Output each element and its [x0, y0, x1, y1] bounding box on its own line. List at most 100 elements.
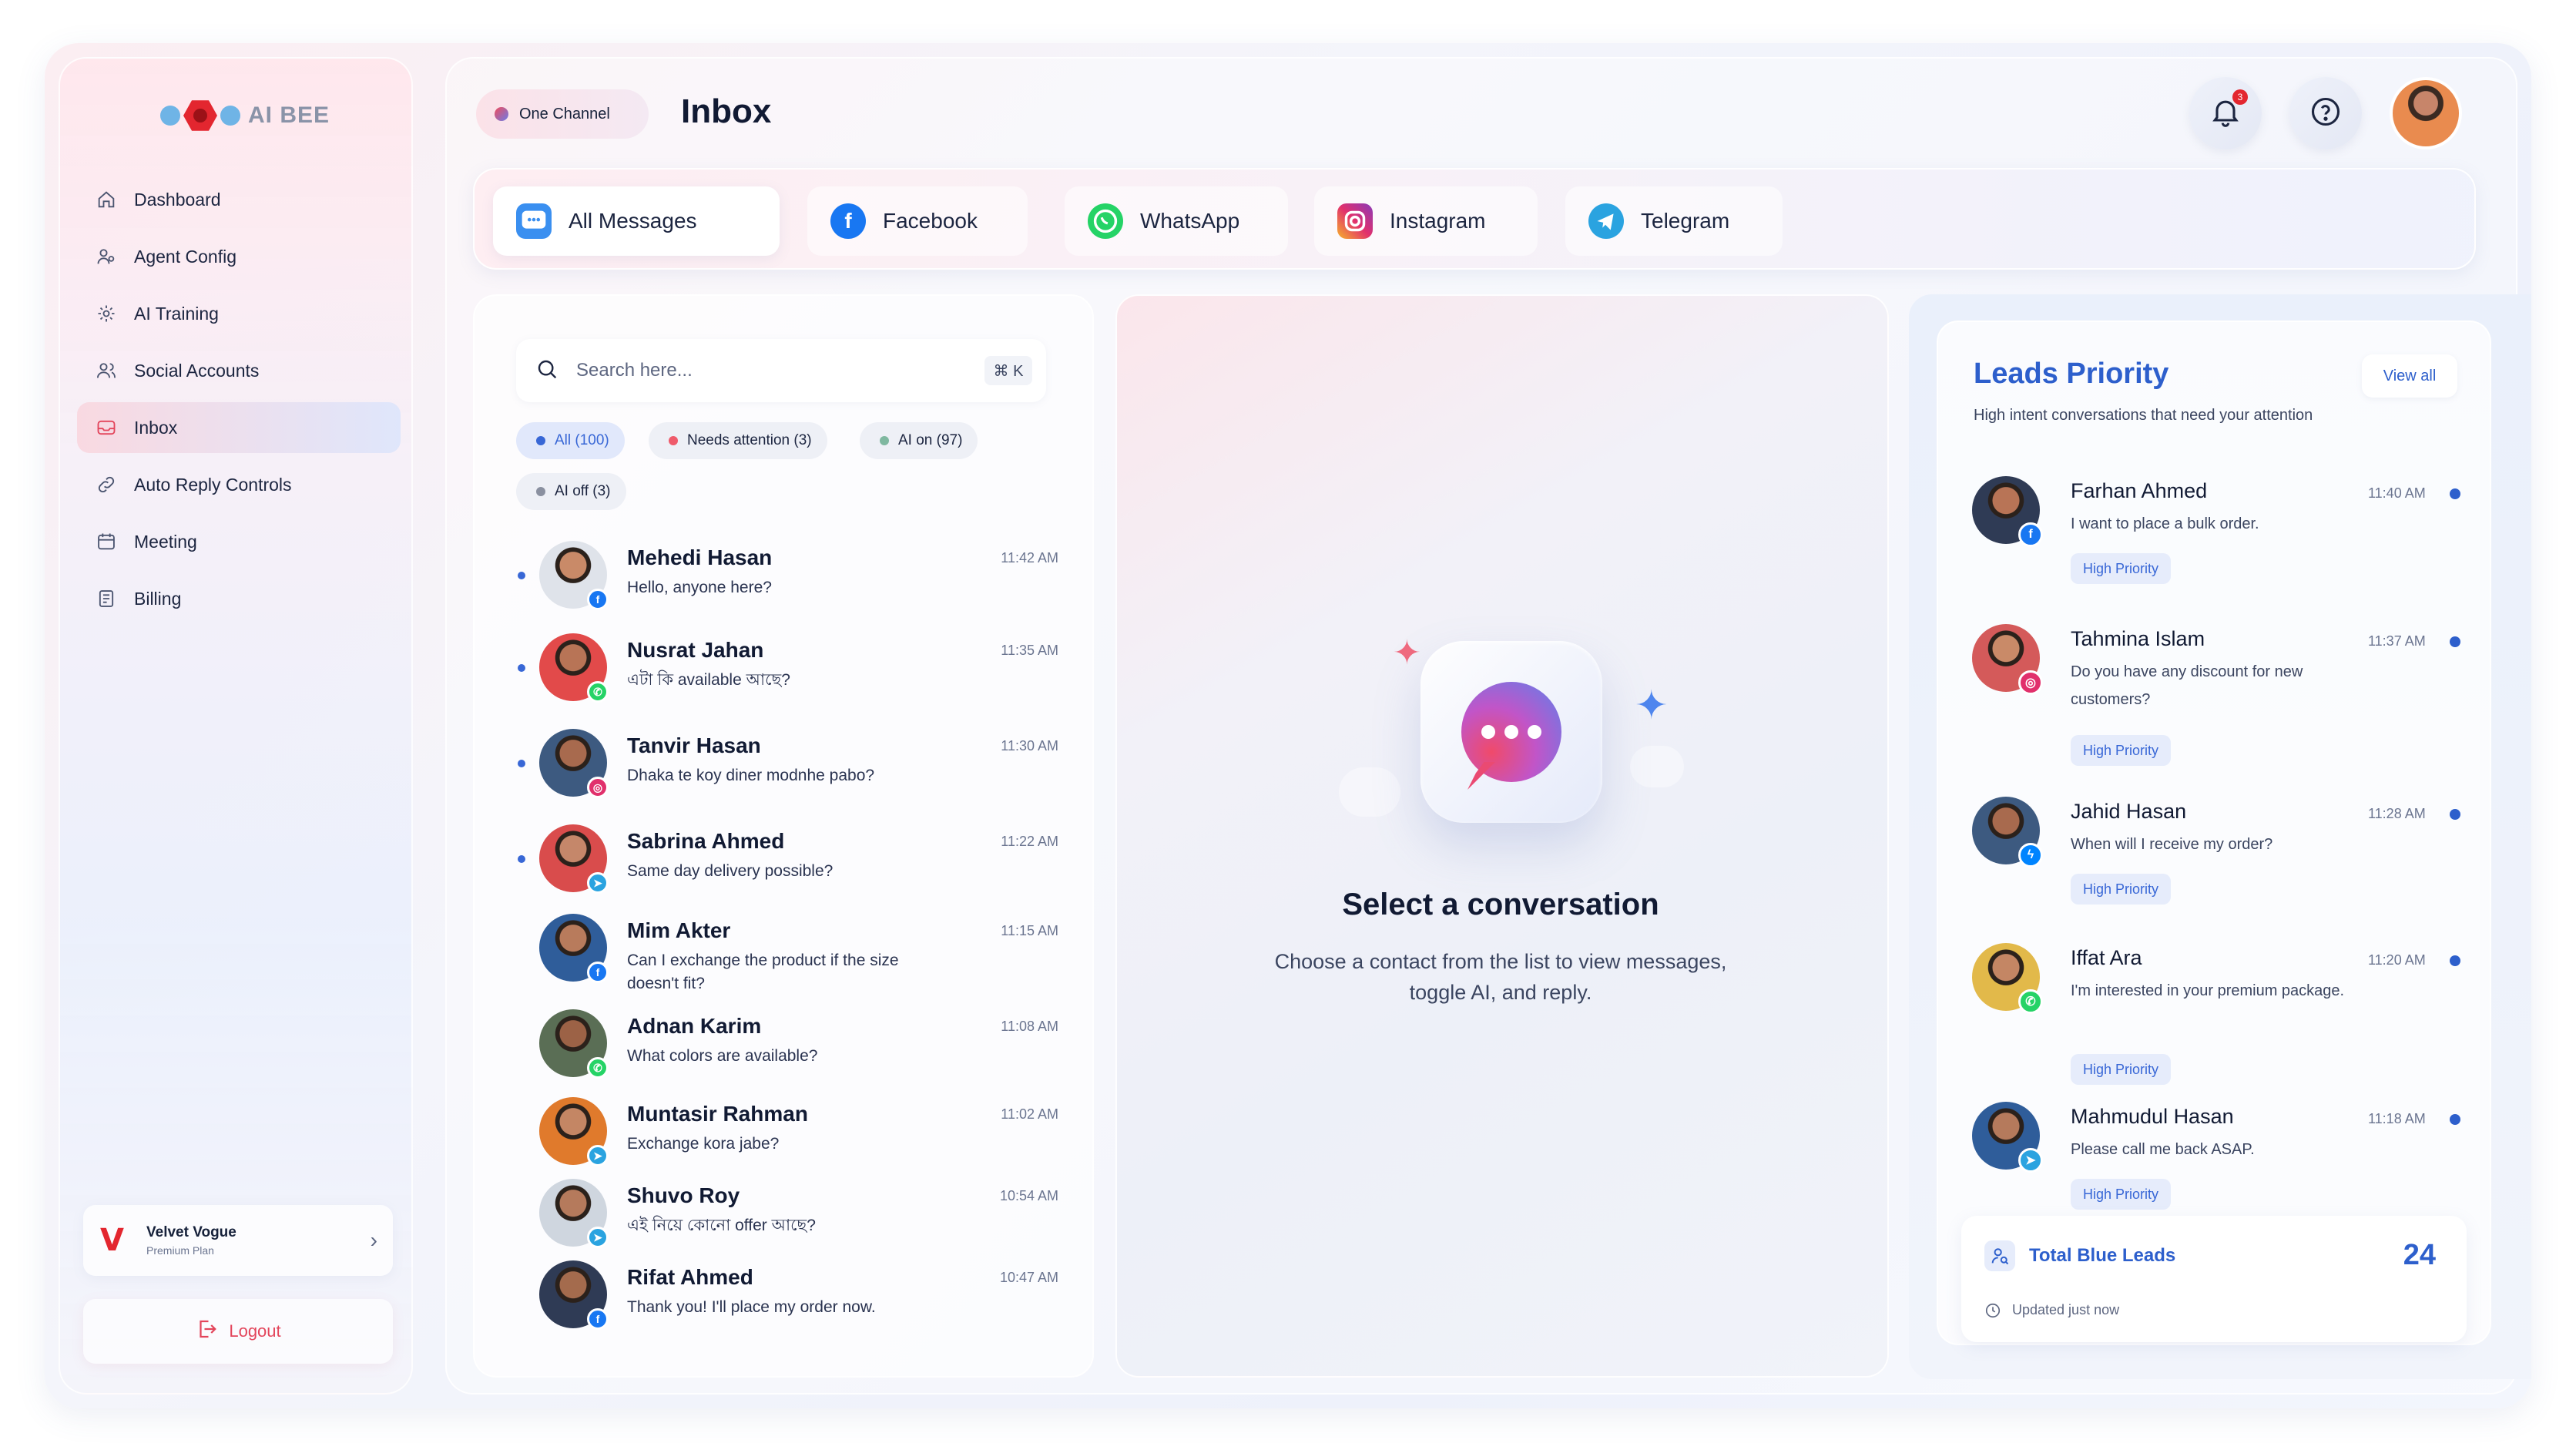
- users-icon: [96, 360, 117, 381]
- contact-avatar: ➤: [539, 824, 609, 894]
- lead-avatar: ◎: [1972, 624, 2043, 695]
- bubble-dot: [1528, 725, 1541, 739]
- sidebar-item-agent-config[interactable]: Agent Config: [77, 231, 401, 282]
- tab-whatsapp[interactable]: WhatsApp: [1065, 186, 1288, 256]
- sidebar-item-inbox[interactable]: Inbox: [77, 402, 401, 453]
- help-button[interactable]: [2289, 77, 2362, 149]
- tab-telegram[interactable]: Telegram: [1565, 186, 1783, 256]
- notifications-button[interactable]: 3: [2189, 77, 2262, 149]
- message-time: 11:08 AM: [1001, 1019, 1058, 1034]
- sidebar-item-label: Social Accounts: [134, 360, 260, 381]
- view-all-button[interactable]: View all: [2362, 354, 2457, 398]
- lead-time: 11:18 AM: [2368, 1111, 2426, 1126]
- contact-avatar: ✆: [539, 1009, 609, 1079]
- telegram-icon: ➤: [587, 1145, 609, 1166]
- lead-time: 11:28 AM: [2368, 806, 2426, 821]
- sidebar-item-meeting[interactable]: Meeting: [77, 516, 401, 567]
- filter-dot-icon: [669, 436, 678, 445]
- instagram-icon: ◎: [2018, 670, 2043, 695]
- message-time: 11:15 AM: [1001, 923, 1058, 938]
- contact-avatar: f: [539, 914, 609, 983]
- lead-time: 11:20 AM: [2368, 952, 2426, 968]
- filter-dot-icon: [536, 436, 545, 445]
- message-preview: Thank you! I'll place my order now.: [627, 1298, 876, 1316]
- instagram-icon: ◎: [587, 777, 609, 798]
- lead-time: 11:40 AM: [2368, 485, 2426, 501]
- bubble-dot: [1481, 725, 1495, 739]
- contact-name: Rifat Ahmed: [627, 1265, 753, 1289]
- tab-label: Telegram: [1641, 209, 1730, 233]
- message-preview: Same day delivery possible?: [627, 862, 834, 880]
- sidebar-item-dashboard[interactable]: Dashboard: [77, 174, 401, 225]
- lead-time: 11:37 AM: [2368, 633, 2426, 649]
- message-time: 11:42 AM: [1001, 550, 1058, 566]
- brand-logo[interactable]: AI BEE: [160, 99, 330, 133]
- message-time: 11:22 AM: [1001, 834, 1058, 849]
- total-leads-card: Total Blue Leads 24 Updated just now: [1961, 1216, 2467, 1342]
- instagram-icon: [1337, 203, 1373, 239]
- sidebar-item-ai-training[interactable]: AI Training: [77, 288, 401, 339]
- message-preview: Dhaka te koy diner modnhe pabo?: [627, 767, 875, 784]
- filter-all[interactable]: All (100): [516, 422, 625, 459]
- lead-status-dot: [2450, 955, 2460, 966]
- tab-label: All Messages: [569, 209, 697, 233]
- message-time: 10:54 AM: [999, 1188, 1058, 1203]
- inbox-icon: [96, 417, 117, 438]
- filter-dot-icon: [880, 436, 889, 445]
- priority-badge: High Priority: [2071, 1054, 2172, 1085]
- message-preview: What colors are available?: [627, 1047, 818, 1065]
- tab-label: Instagram: [1390, 209, 1486, 233]
- channel-label: One Channel: [519, 105, 610, 123]
- contact-name: Tanvir Hasan: [627, 733, 761, 757]
- lead-message: I want to place a bulk order.: [2071, 515, 2259, 532]
- message-time: 11:35 AM: [1001, 643, 1058, 658]
- logo-dot-icon: [220, 106, 240, 126]
- help-icon: [2309, 95, 2343, 133]
- contact-name: Nusrat Jahan: [627, 638, 764, 662]
- message-preview: Exchange kora jabe?: [627, 1135, 780, 1153]
- notification-badge: 3: [2232, 89, 2248, 105]
- logo-dot-icon: [160, 106, 180, 126]
- conversation-view: [1115, 294, 1889, 1378]
- sidebar-item-label: Auto Reply Controls: [134, 474, 292, 495]
- contact-name: Mim Akter: [627, 918, 731, 942]
- channel-selector[interactable]: One Channel: [476, 89, 649, 139]
- ghost-bubble-icon: [1339, 767, 1400, 817]
- priority-badge: High Priority: [2071, 1179, 2172, 1210]
- calendar-icon: [96, 531, 117, 552]
- logout-button[interactable]: Logout: [83, 1299, 393, 1364]
- user-avatar[interactable]: [2390, 77, 2462, 149]
- contact-name: Adnan Karim: [627, 1014, 762, 1038]
- search-box[interactable]: ⌘ K: [516, 339, 1046, 402]
- filter-ai-off[interactable]: AI off (3): [516, 473, 626, 510]
- workspace-profile-card[interactable]: V Velvet Vogue Premium Plan ›: [83, 1205, 393, 1276]
- facebook-icon: f: [587, 1308, 609, 1330]
- filter-needs-attention[interactable]: Needs attention (3): [649, 422, 827, 459]
- message-preview: Hello, anyone here?: [627, 579, 772, 596]
- sidebar-nav: Dashboard Agent Config AI Training Socia…: [77, 174, 401, 630]
- contact-avatar: f: [539, 541, 609, 610]
- lead-name: Mahmudul Hasan: [2071, 1105, 2234, 1128]
- lead-status-dot: [2450, 488, 2460, 499]
- tab-facebook[interactable]: f Facebook: [807, 186, 1028, 256]
- sidebar-item-billing[interactable]: Billing: [77, 573, 401, 624]
- unread-dot: [518, 760, 525, 767]
- search-input[interactable]: [576, 360, 946, 381]
- lead-message: Do you have any discount for new custome…: [2071, 663, 2303, 708]
- tab-instagram[interactable]: Instagram: [1314, 186, 1538, 256]
- tab-label: WhatsApp: [1140, 209, 1240, 233]
- sidebar-item-auto-reply-controls[interactable]: Auto Reply Controls: [77, 459, 401, 510]
- tab-all-messages[interactable]: All Messages: [493, 186, 780, 256]
- facebook-icon: f: [587, 962, 609, 983]
- lead-avatar: ➤: [1972, 1102, 2043, 1173]
- lead-status-dot: [2450, 1114, 2460, 1125]
- contact-name: Sabrina Ahmed: [627, 829, 785, 853]
- sidebar-item-social-accounts[interactable]: Social Accounts: [77, 345, 401, 396]
- workspace-info: Velvet Vogue Premium Plan: [146, 1224, 236, 1257]
- leads-title: Leads Priority: [1974, 357, 2169, 390]
- priority-badge: High Priority: [2071, 735, 2172, 766]
- receipt-icon: [96, 588, 117, 609]
- filter-ai-on[interactable]: AI on (97): [860, 422, 978, 459]
- message-preview: এটা কি available আছে?: [627, 671, 790, 689]
- facebook-icon: f: [2018, 522, 2043, 547]
